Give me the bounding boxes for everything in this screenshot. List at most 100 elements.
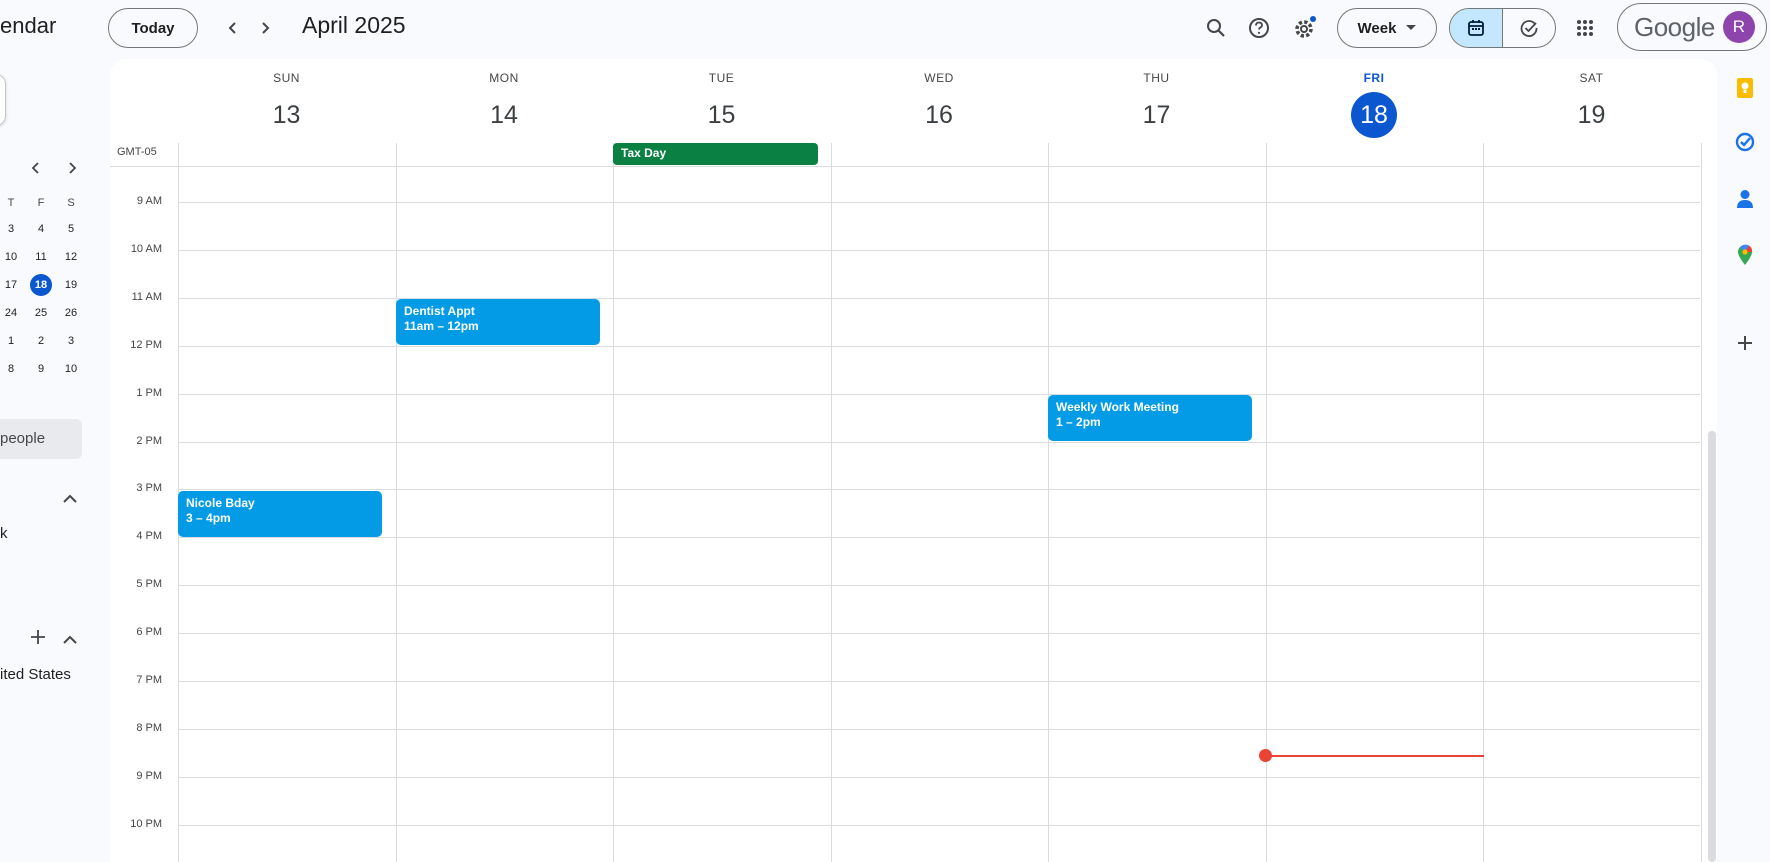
- day-name: SUN: [273, 71, 300, 85]
- mini-day[interactable]: 12: [60, 246, 82, 268]
- mini-day[interactable]: 3: [60, 330, 82, 352]
- my-calendars-collapse-button[interactable]: [63, 491, 77, 509]
- mini-next-month-button[interactable]: [66, 161, 78, 179]
- mini-day[interactable]: 19: [60, 274, 82, 296]
- day-number[interactable]: 14: [481, 92, 527, 138]
- tasks-view-toggle[interactable]: [1503, 9, 1555, 47]
- event-title: Nicole Bday: [186, 496, 255, 510]
- mini-day[interactable]: 4: [30, 218, 52, 240]
- mini-day[interactable]: 11: [30, 246, 52, 268]
- week-view: SUN 13 MON 14 TUE 15 WED 16 THU 17 FRI 18 SAT 19 GMT-…: [110, 59, 1717, 862]
- maps-button[interactable]: [1734, 244, 1756, 266]
- day-name: FRI: [1363, 71, 1385, 85]
- chevron-up-icon: [63, 635, 77, 644]
- today-button[interactable]: Today: [108, 8, 198, 48]
- prev-week-button[interactable]: [217, 12, 249, 44]
- hour-label: 4 PM: [136, 530, 162, 543]
- mini-day[interactable]: 9: [30, 358, 52, 380]
- calendar-view-toggle[interactable]: [1450, 9, 1503, 47]
- search-button[interactable]: [1196, 8, 1236, 48]
- mini-day[interactable]: 1: [0, 330, 22, 352]
- add-icon: [1738, 336, 1752, 350]
- mini-day[interactable]: 10: [60, 358, 82, 380]
- account-button[interactable]: Google R: [1617, 3, 1767, 51]
- hour-label: 6 PM: [136, 626, 162, 639]
- event-nicole-bday[interactable]: Nicole Bday 3 – 4pm: [178, 491, 382, 537]
- add-icon: [31, 630, 45, 644]
- hour-label: 11 AM: [131, 290, 162, 303]
- scrollbar[interactable]: [1708, 431, 1716, 862]
- hour-gridline: [178, 585, 1700, 587]
- hour-label: 10 AM: [130, 242, 162, 255]
- dropdown-arrow-icon: [1406, 25, 1417, 30]
- hour-label: 9 AM: [136, 195, 162, 207]
- day-name: TUE: [708, 71, 735, 85]
- contacts-button[interactable]: [1734, 188, 1756, 210]
- hour-label: 9 PM: [136, 769, 162, 782]
- day-number[interactable]: 15: [699, 92, 745, 138]
- day-header-tue[interactable]: TUE 15: [613, 59, 830, 138]
- search-people-field[interactable]: people: [0, 419, 82, 459]
- day-number[interactable]: 16: [916, 92, 962, 138]
- help-button[interactable]: [1239, 8, 1279, 48]
- day-name: THU: [1143, 71, 1170, 85]
- hour-gridline: [178, 681, 1700, 682]
- calendar-list-item[interactable]: k: [0, 525, 8, 542]
- day-header-sun[interactable]: SUN 13: [178, 59, 395, 138]
- day-number[interactable]: 18: [1351, 92, 1397, 138]
- mini-day[interactable]: 26: [60, 302, 82, 324]
- mini-day[interactable]: 3: [0, 218, 22, 240]
- chevron-right-icon: [262, 22, 270, 34]
- keep-icon: [1737, 78, 1753, 98]
- mini-prev-month-button[interactable]: [30, 161, 42, 179]
- hour-gridline: [178, 441, 1700, 443]
- hour-gridline: [178, 393, 1700, 395]
- day-header-sat[interactable]: SAT 19: [1483, 59, 1700, 138]
- tasks-icon: [1735, 132, 1755, 152]
- search-people-label: people: [0, 430, 46, 447]
- get-addons-button[interactable]: [1734, 332, 1756, 354]
- timezone-label: GMT-05: [117, 146, 157, 158]
- mini-day[interactable]: 8: [0, 358, 22, 380]
- hour-gridline: [178, 728, 1700, 730]
- view-selector-button[interactable]: Week: [1337, 8, 1437, 48]
- mini-day[interactable]: 2: [30, 330, 52, 352]
- add-other-calendar-button[interactable]: [30, 629, 46, 650]
- search-icon: [1207, 19, 1225, 37]
- hour-label: 10 PM: [130, 817, 162, 830]
- day-column-divider: [1700, 143, 1702, 862]
- side-panel: [1717, 59, 1770, 862]
- apps-button[interactable]: [1565, 8, 1605, 48]
- event-dentist-appt[interactable]: Dentist Appt 11am – 12pm: [396, 299, 600, 345]
- mini-day[interactable]: 17: [0, 274, 22, 296]
- hour-label: 1 PM: [136, 386, 162, 399]
- event-weekly-work-meeting[interactable]: Weekly Work Meeting 1 – 2pm: [1048, 395, 1252, 441]
- keep-button[interactable]: [1734, 77, 1756, 99]
- day-header-wed[interactable]: WED 16: [831, 59, 1048, 138]
- mini-day[interactable]: 10: [0, 246, 22, 268]
- day-number[interactable]: 19: [1569, 92, 1615, 138]
- mini-day[interactable]: 25: [30, 302, 52, 324]
- maps-icon: [1738, 244, 1753, 265]
- day-header-mon[interactable]: MON 14: [396, 59, 613, 138]
- mini-day[interactable]: 24: [0, 302, 22, 324]
- mini-day[interactable]: 5: [60, 218, 82, 240]
- day-header-fri[interactable]: FRI 18: [1266, 59, 1483, 138]
- hour-label: 2 PM: [136, 434, 162, 447]
- day-header-thu[interactable]: THU 17: [1048, 59, 1265, 138]
- day-number[interactable]: 13: [264, 92, 310, 138]
- tasks-button[interactable]: [1734, 131, 1756, 153]
- app-title: endar: [0, 13, 57, 38]
- other-calendar-item[interactable]: ited States: [0, 666, 71, 683]
- create-button[interactable]: [0, 74, 6, 126]
- mini-day-selected[interactable]: 18: [30, 274, 52, 296]
- hour-gridline: [178, 776, 1700, 778]
- next-week-button[interactable]: [249, 12, 281, 44]
- settings-button[interactable]: [1285, 8, 1325, 48]
- event-tax-day[interactable]: Tax Day: [613, 143, 818, 165]
- tasks-view-icon: [1520, 20, 1538, 37]
- other-calendars-collapse-button[interactable]: [63, 632, 77, 650]
- day-number[interactable]: 17: [1134, 92, 1180, 138]
- hour-gridline: [178, 537, 1700, 539]
- chevron-left-icon: [31, 162, 39, 174]
